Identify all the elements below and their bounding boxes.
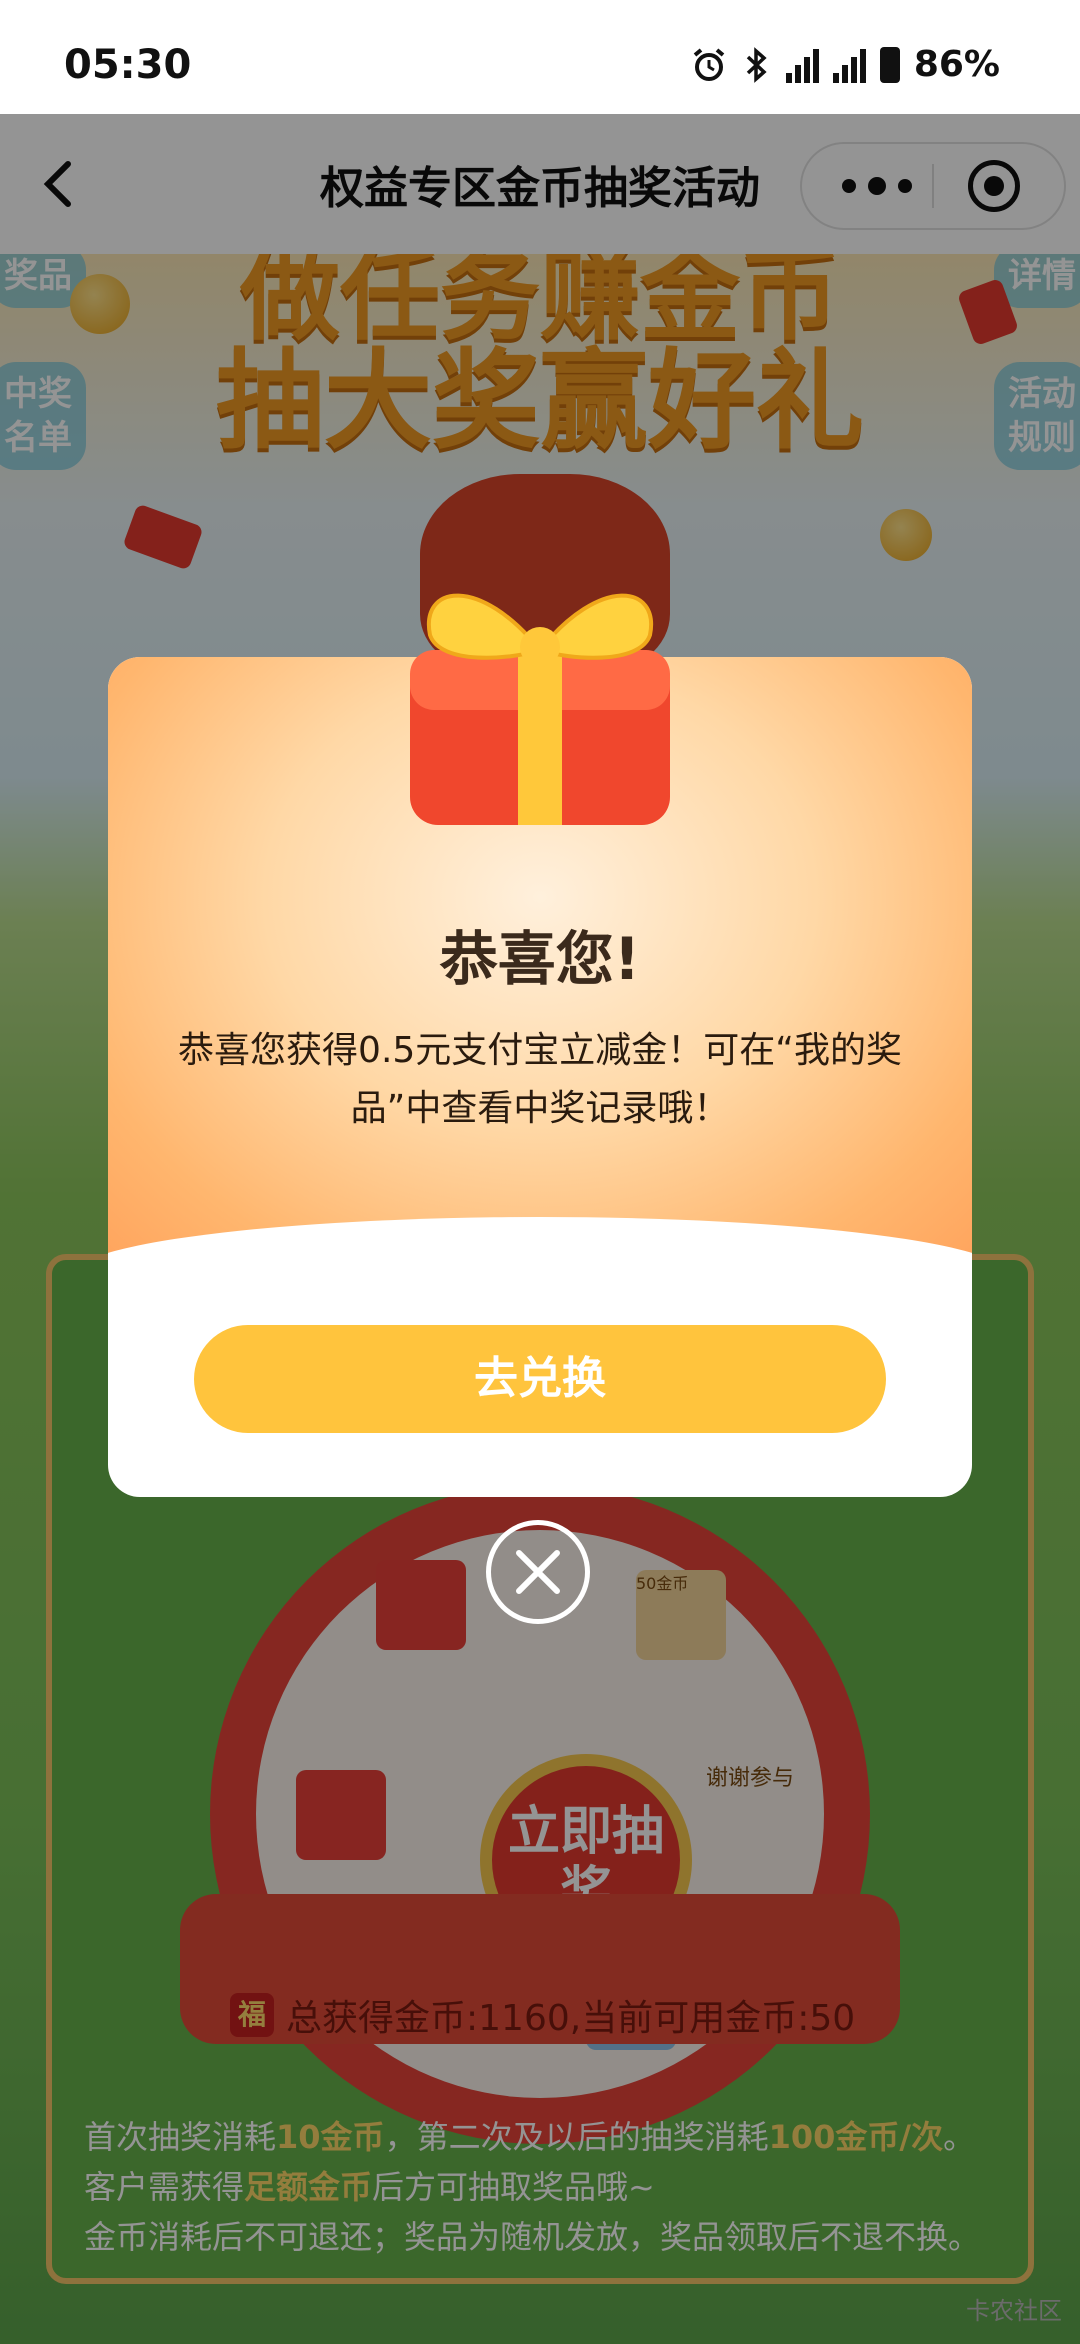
signal-icon — [785, 47, 819, 83]
battery-icon — [879, 46, 900, 83]
gift-box-icon — [410, 593, 670, 825]
bluetooth-icon — [746, 46, 767, 83]
alarm-icon — [693, 47, 725, 81]
watermark: 卡农社区 — [966, 2297, 1062, 2325]
close-icon — [516, 1550, 560, 1594]
dialog-heading: 恭喜您! — [439, 925, 641, 993]
battery-percent: 86% — [913, 44, 1000, 85]
status-time: 05:30 — [64, 42, 192, 88]
dialog-close-button[interactable] — [486, 1520, 590, 1624]
status-bar: 05:30 86% — [0, 0, 1080, 114]
signal-icon-2 — [832, 47, 866, 83]
dialog-wave — [108, 1217, 972, 1337]
dialog-message: 恭喜您获得0.5元支付宝立减金！可在“我的奖品”中查看中奖记录哦！ — [178, 1030, 902, 1129]
redeem-button[interactable]: 去兑换 — [194, 1325, 886, 1433]
status-icons: 86% — [690, 44, 1000, 85]
